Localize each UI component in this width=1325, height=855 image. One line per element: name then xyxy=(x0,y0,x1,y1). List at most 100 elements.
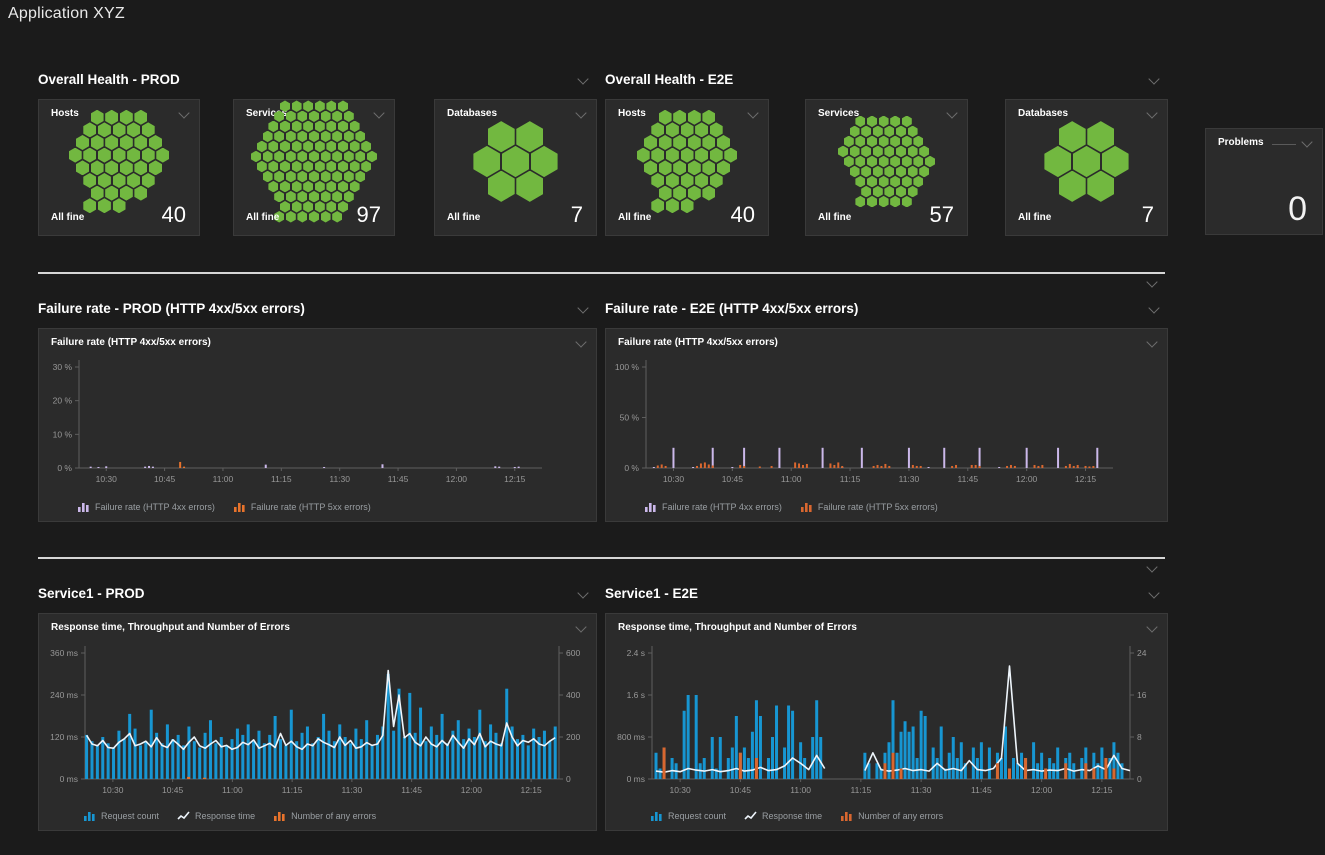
problems-tile[interactable]: Problems 0 xyxy=(1205,128,1323,235)
hexagon-ok[interactable] xyxy=(274,151,284,163)
hexagon-ok[interactable] xyxy=(1073,146,1100,177)
hexagon-ok[interactable] xyxy=(1059,171,1086,202)
hexagon-ok[interactable] xyxy=(91,110,104,125)
hexagon-ok[interactable] xyxy=(113,198,126,213)
hexagon-ok[interactable] xyxy=(695,122,708,137)
hexagon-ok[interactable] xyxy=(919,146,929,158)
hexagon-ok[interactable] xyxy=(120,135,133,150)
hexagon-ok[interactable] xyxy=(908,126,918,138)
hexagon-ok[interactable] xyxy=(884,146,894,158)
hexagon-ok[interactable] xyxy=(321,131,331,143)
hexagon-ok[interactable] xyxy=(919,166,929,178)
hexagon-ok[interactable] xyxy=(659,160,672,175)
hexagon-ok[interactable] xyxy=(332,151,342,163)
chevron-down-icon[interactable] xyxy=(1146,107,1157,118)
hexagon-ok[interactable] xyxy=(651,148,664,163)
hexagon-ok[interactable] xyxy=(332,191,342,203)
hexagon-ok[interactable] xyxy=(268,141,278,153)
hexagon-ok[interactable] xyxy=(326,141,336,153)
section-header-failure-e2e[interactable]: Failure rate - E2E (HTTP 4xx/5xx errors) xyxy=(605,301,1168,321)
hexagon-ok[interactable] xyxy=(274,131,284,143)
hexagon-ok[interactable] xyxy=(688,186,701,201)
hexagon-ok[interactable] xyxy=(297,131,307,143)
hexagon-ok[interactable] xyxy=(695,173,708,188)
legend-item[interactable]: Request count xyxy=(83,810,159,822)
chevron-down-icon[interactable] xyxy=(1148,587,1159,598)
hexagon-ok[interactable] xyxy=(292,181,302,193)
hexagon-ok[interactable] xyxy=(142,173,155,188)
hexagon-ok[interactable] xyxy=(867,196,877,208)
hexagon-ok[interactable] xyxy=(292,100,302,112)
section-header-service-prod[interactable]: Service1 - PROD xyxy=(38,586,597,606)
hexagon-ok[interactable] xyxy=(274,171,284,183)
hexagon-ok[interactable] xyxy=(292,141,302,153)
hexagon-ok[interactable] xyxy=(105,160,118,175)
hexagon-ok[interactable] xyxy=(286,151,296,163)
hexagon-ok[interactable] xyxy=(873,146,883,158)
hexagon-ok[interactable] xyxy=(879,176,889,188)
hexagon-ok[interactable] xyxy=(361,161,371,173)
hexagon-ok[interactable] xyxy=(890,196,900,208)
hexagon-ok[interactable] xyxy=(651,122,664,137)
hexagon-ok[interactable] xyxy=(516,121,543,152)
chart-tile-service_prod[interactable]: Response time, Throughput and Number of … xyxy=(38,613,597,831)
hexagon-ok[interactable] xyxy=(695,148,708,163)
hexagon-ok[interactable] xyxy=(303,201,313,213)
hexagon-ok[interactable] xyxy=(488,171,515,202)
hexagon-ok[interactable] xyxy=(902,156,912,168)
hexagon-ok[interactable] xyxy=(659,186,672,201)
section-header-service-e2e[interactable]: Service1 - E2E xyxy=(605,586,1168,606)
hexagon-ok[interactable] xyxy=(702,135,715,150)
chart-plot[interactable]: 30 %20 %10 %0 %10:3010:4511:0011:1511:30… xyxy=(39,329,596,521)
hexagon-ok[interactable] xyxy=(338,100,348,112)
hexagon-ok[interactable] xyxy=(355,131,365,143)
chart-plot[interactable]: 100 %50 %0 %10:3010:4511:0011:1511:3011:… xyxy=(606,329,1167,521)
hexagon-ok[interactable] xyxy=(326,161,336,173)
hexagon-ok[interactable] xyxy=(702,160,715,175)
hexagon-ok[interactable] xyxy=(98,122,111,137)
chevron-down-icon[interactable] xyxy=(1146,561,1157,572)
hexagon-ok[interactable] xyxy=(76,160,89,175)
hexagon-ok[interactable] xyxy=(673,186,686,201)
health-tile-hosts-e2e[interactable]: Hosts All fine 40 xyxy=(605,99,769,236)
hexagon-ok[interactable] xyxy=(890,156,900,168)
hexagon-ok[interactable] xyxy=(896,126,906,138)
hexagon-ok[interactable] xyxy=(280,161,290,173)
hexagon-ok[interactable] xyxy=(873,186,883,198)
hexagon-ok[interactable] xyxy=(286,131,296,143)
hexagon-ok[interactable] xyxy=(896,146,906,158)
hexagon-ok[interactable] xyxy=(120,186,133,201)
chevron-down-icon[interactable] xyxy=(946,107,957,118)
hexagon-ok[interactable] xyxy=(717,160,730,175)
hexagon-ok[interactable] xyxy=(257,141,267,153)
hexagon-ok[interactable] xyxy=(681,122,694,137)
hexagon-ok[interactable] xyxy=(134,135,147,150)
hexagon-ok[interactable] xyxy=(149,135,162,150)
chart-plot[interactable]: 360 ms240 ms120 ms0 ms600400200010:3010:… xyxy=(39,614,596,830)
hexagon-ok[interactable] xyxy=(303,121,313,133)
hexagon-ok[interactable] xyxy=(644,135,657,150)
hexagon-ok[interactable] xyxy=(268,121,278,133)
legend-item[interactable]: Request count xyxy=(650,810,726,822)
hexagon-ok[interactable] xyxy=(120,110,133,125)
hexagon-ok[interactable] xyxy=(913,156,923,168)
chevron-down-icon[interactable] xyxy=(1148,73,1159,84)
hexagon-ok[interactable] xyxy=(850,126,860,138)
hexagon-ok[interactable] xyxy=(105,135,118,150)
hexagon-ok[interactable] xyxy=(280,201,290,213)
hexagon-ok[interactable] xyxy=(309,171,319,183)
hexagon-ok[interactable] xyxy=(890,136,900,148)
hexagon-ok[interactable] xyxy=(83,173,96,188)
hexagon-ok[interactable] xyxy=(873,166,883,178)
hexagon-ok[interactable] xyxy=(879,196,889,208)
chart-tile-service_e2e[interactable]: Response time, Throughput and Number of … xyxy=(605,613,1168,831)
section-header-health-e2e[interactable]: Overall Health - E2E xyxy=(605,72,1168,92)
hexagon-ok[interactable] xyxy=(292,121,302,133)
hexagon-ok[interactable] xyxy=(896,186,906,198)
hexagon-ok[interactable] xyxy=(867,156,877,168)
hexagon-ok[interactable] xyxy=(710,173,723,188)
hexagon-ok[interactable] xyxy=(367,151,377,163)
hexagon-ok[interactable] xyxy=(286,111,296,123)
hexagon-ok[interactable] xyxy=(263,171,273,183)
hexagon-ok[interactable] xyxy=(309,131,319,143)
